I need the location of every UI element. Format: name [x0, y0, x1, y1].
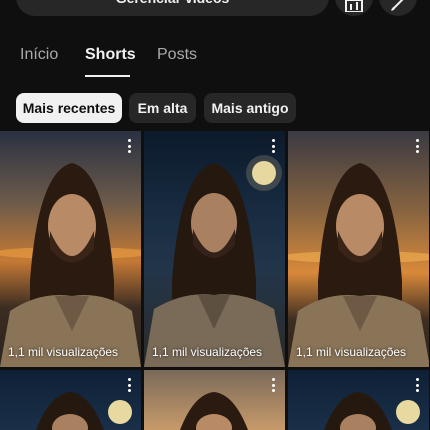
more-vert-icon[interactable]: [269, 139, 277, 153]
short-thumbnail: [144, 131, 285, 367]
filter-chips: Mais recentes Em alta Mais antigo: [0, 93, 430, 123]
active-tab-indicator: [85, 75, 130, 77]
short-thumbnail: [144, 370, 285, 430]
pencil-icon: [391, 0, 404, 11]
analytics-button[interactable]: [335, 0, 373, 16]
top-action-bar: Gerenciar vídeos: [0, 0, 430, 18]
short-thumbnail: [288, 131, 429, 367]
short-thumbnail: [0, 370, 141, 430]
short-card[interactable]: [288, 370, 429, 430]
short-thumbnail: [0, 131, 141, 367]
bar-chart-icon: [345, 0, 363, 12]
chip-mais-recentes[interactable]: Mais recentes: [16, 93, 122, 123]
portrait-figure: [144, 155, 285, 367]
channel-tabs: Início Shorts Posts: [0, 40, 430, 80]
more-vert-icon[interactable]: [125, 139, 133, 153]
portrait-figure: [324, 392, 420, 430]
manage-videos-button[interactable]: Gerenciar vídeos: [16, 0, 329, 16]
portrait-figure: [288, 163, 429, 367]
more-vert-icon[interactable]: [413, 378, 421, 392]
short-card[interactable]: 1,1 mil visualizações: [144, 131, 285, 367]
short-card[interactable]: [144, 370, 285, 430]
short-thumbnail: [288, 370, 429, 430]
short-card[interactable]: [0, 370, 141, 430]
chip-em-alta[interactable]: Em alta: [129, 93, 196, 123]
more-vert-icon[interactable]: [269, 378, 277, 392]
view-count: 1,1 mil visualizações: [296, 345, 407, 359]
short-card[interactable]: 1,1 mil visualizações: [0, 131, 141, 367]
portrait-figure: [180, 392, 248, 430]
edit-channel-button[interactable]: [379, 0, 417, 16]
more-vert-icon[interactable]: [413, 139, 421, 153]
tab-posts[interactable]: Posts: [157, 46, 197, 64]
portrait-figure: [36, 392, 132, 430]
more-vert-icon[interactable]: [125, 378, 133, 392]
view-count: 1,1 mil visualizações: [152, 345, 263, 359]
chip-mais-antigo[interactable]: Mais antigo: [204, 93, 296, 123]
tab-shorts[interactable]: Shorts: [85, 46, 136, 64]
portrait-figure: [0, 163, 141, 367]
tab-inicio[interactable]: Início: [20, 46, 58, 64]
view-count: 1,1 mil visualizações: [8, 345, 119, 359]
short-card[interactable]: 1,1 mil visualizações: [288, 131, 429, 367]
shorts-grid: 1,1 mil visualizações 1,1 mil visualizaç…: [0, 131, 430, 430]
